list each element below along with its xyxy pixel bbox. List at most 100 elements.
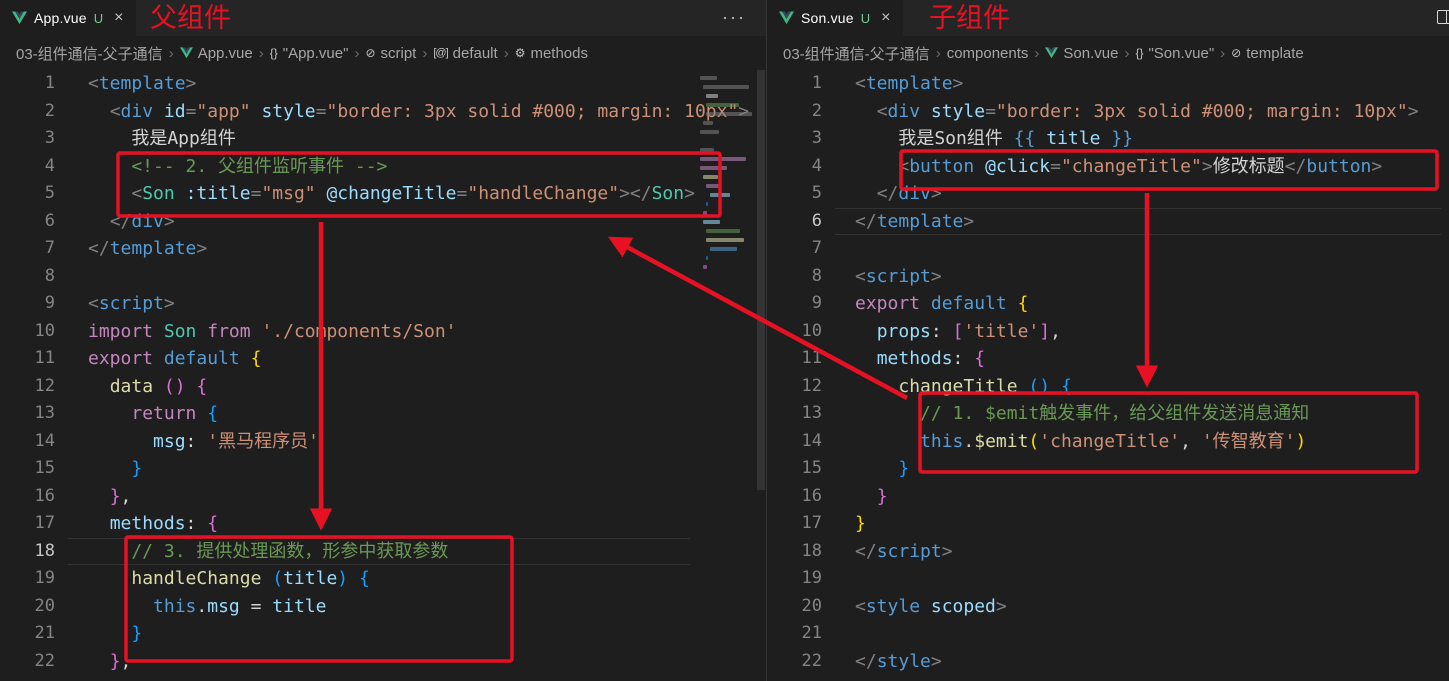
line-number[interactable]: 8 [0,263,68,291]
more-actions-icon[interactable]: ··· [722,0,746,34]
line-number-gutter[interactable]: 12345678910111213141516171819202122 [767,70,835,681]
line-number[interactable]: 21 [0,620,68,648]
line-number[interactable]: 16 [0,483,68,511]
breadcrumb-item[interactable]: components [947,45,1029,62]
code-line[interactable] [88,263,766,291]
line-number[interactable]: 18 [0,538,68,566]
code-line[interactable]: msg: '黑马程序员' [88,428,766,456]
tab-son-vue[interactable]: Son.vue U × [767,0,904,36]
line-number[interactable]: 10 [0,318,68,346]
code-line[interactable]: } [88,455,766,483]
line-number[interactable]: 10 [767,318,835,346]
line-number[interactable]: 14 [767,428,835,456]
breadcrumb-item[interactable]: Son.vue [1045,45,1118,62]
line-number[interactable]: 2 [767,98,835,126]
close-icon[interactable]: × [114,9,123,27]
code-line[interactable]: <div style="border: 3px solid #000; marg… [855,98,1449,126]
code-line[interactable]: <Son :title="msg" @changeTitle="handleCh… [88,180,766,208]
line-number-gutter[interactable]: 12345678910111213141516171819202122 [0,70,68,681]
line-number[interactable]: 6 [0,208,68,236]
breadcrumb-item[interactable]: {}"Son.vue" [1135,45,1214,62]
code-line[interactable]: </style> [855,648,1449,676]
code-line[interactable]: </template> [88,235,766,263]
code-line[interactable]: this.msg = title [88,593,766,621]
breadcrumb-item[interactable]: ⊘script [365,45,416,62]
line-number[interactable]: 4 [767,153,835,181]
line-number[interactable]: 12 [767,373,835,401]
breadcrumb-item[interactable]: ⊘template [1231,45,1304,62]
breadcrumb-item[interactable]: App.vue [180,45,253,62]
close-icon[interactable]: × [881,9,890,27]
line-number[interactable]: 5 [767,180,835,208]
code-line[interactable] [855,620,1449,648]
code-line[interactable]: import Son from './components/Son' [88,318,766,346]
code-line[interactable]: <style scoped> [855,593,1449,621]
code-line[interactable]: } [88,620,766,648]
code-line[interactable] [855,565,1449,593]
code-line[interactable]: props: ['title'], [855,318,1449,346]
line-number[interactable]: 17 [0,510,68,538]
code-line[interactable]: return { [88,400,766,428]
code-line[interactable]: export default { [855,290,1449,318]
line-number[interactable]: 8 [767,263,835,291]
line-number[interactable]: 20 [767,593,835,621]
breadcrumb-item[interactable]: 03-组件通信-父子通信 [783,43,930,64]
split-editor-icon[interactable] [1437,10,1449,24]
line-number[interactable]: 5 [0,180,68,208]
code-line[interactable]: <div id="app" style="border: 3px solid #… [88,98,766,126]
code-line[interactable]: methods: { [88,510,766,538]
line-number[interactable]: 13 [0,400,68,428]
code-area[interactable]: <template> <div id="app" style="border: … [68,70,766,681]
line-number[interactable]: 19 [0,565,68,593]
line-number[interactable]: 9 [0,290,68,318]
breadcrumb-item[interactable]: ⚙methods [515,45,588,62]
line-number[interactable]: 3 [767,125,835,153]
code-line[interactable]: // 3. 提供处理函数，形参中获取参数 [88,538,766,566]
line-number[interactable]: 18 [767,538,835,566]
code-line[interactable]: 我是Son组件 {{ title }} [855,125,1449,153]
line-number[interactable]: 22 [767,648,835,676]
code-line[interactable]: changeTitle () { [855,373,1449,401]
line-number[interactable]: 6 [767,208,835,236]
line-number[interactable]: 14 [0,428,68,456]
line-number[interactable]: 2 [0,98,68,126]
line-number[interactable]: 16 [767,483,835,511]
line-number[interactable]: 7 [0,235,68,263]
code-line[interactable]: methods: { [855,345,1449,373]
code-line[interactable]: export default { [88,345,766,373]
line-number[interactable]: 1 [0,70,68,98]
code-line[interactable] [855,235,1449,263]
line-number[interactable]: 22 [0,648,68,676]
line-number[interactable]: 20 [0,593,68,621]
breadcrumb-item[interactable]: [@]default [433,45,497,62]
line-number[interactable]: 4 [0,153,68,181]
line-number[interactable]: 15 [767,455,835,483]
code-line[interactable]: } [855,483,1449,511]
line-number[interactable]: 15 [0,455,68,483]
code-line[interactable]: } [855,510,1449,538]
code-line[interactable]: </template> [855,208,1449,236]
code-line[interactable]: data () { [88,373,766,401]
line-number[interactable]: 11 [767,345,835,373]
code-line[interactable]: </div> [855,180,1449,208]
line-number[interactable]: 21 [767,620,835,648]
breadcrumb-item[interactable]: {}"App.vue" [270,45,349,62]
code-line[interactable]: 我是App组件 [88,125,766,153]
line-number[interactable]: 11 [0,345,68,373]
line-number[interactable]: 13 [767,400,835,428]
code-line[interactable]: <button @click="changeTitle">修改标题</butto… [855,153,1449,181]
line-number[interactable]: 3 [0,125,68,153]
tab-app-vue[interactable]: App.vue U × [0,0,137,36]
code-line[interactable]: <!-- 2. 父组件监听事件 --> [88,153,766,181]
code-line[interactable]: handleChange (title) { [88,565,766,593]
line-number[interactable]: 1 [767,70,835,98]
line-number[interactable]: 9 [767,290,835,318]
code-area[interactable]: <template> <div style="border: 3px solid… [835,70,1449,681]
code-line[interactable]: <template> [88,70,766,98]
breadcrumb-item[interactable]: 03-组件通信-父子通信 [16,43,163,64]
code-line[interactable]: <script> [88,290,766,318]
code-line[interactable]: } [855,455,1449,483]
code-line[interactable]: <script> [855,263,1449,291]
code-line[interactable]: this.$emit('changeTitle', '传智教育') [855,428,1449,456]
code-line[interactable]: <template> [855,70,1449,98]
